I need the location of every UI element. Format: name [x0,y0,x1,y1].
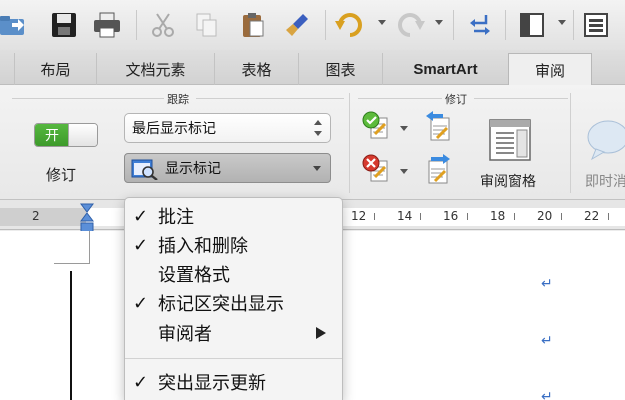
display-select-value: 最后显示标记 [132,121,216,137]
toolbar-divider [453,10,454,40]
menu-item-label: 批注 [158,207,194,228]
menu-item-label: 标记区突出显示 [158,294,284,315]
menu-item-reviewers[interactable]: 审阅者 [125,318,342,348]
menu-item-label: 设置格式 [158,265,230,286]
menu-item-formatting[interactable]: 设置格式 [125,259,342,289]
copy-icon[interactable] [190,8,224,42]
page-crop-mark [89,231,90,264]
quick-access-toolbar [0,0,625,50]
group-divider-line [474,98,568,99]
printer-icon[interactable] [90,8,124,42]
reviewing-pane-label[interactable]: 审阅窗格 [480,171,536,191]
ruler-tick-label: 14 [397,209,413,223]
clipboard-paste-icon[interactable] [236,8,270,42]
gallery-icon[interactable] [579,8,613,42]
ruler-tick [467,213,468,220]
checkmark-icon: ✓ [133,205,149,227]
ruler-tick-label: 16 [443,209,459,223]
toolbar-divider [325,10,326,40]
ruler-tick [608,213,609,220]
show-markup-menu: ✓ 批注 ✓ 插入和删除 设置格式 ✓ 标记区突出显示 审阅者 ✓ 突出显示更新 [124,197,343,400]
menu-item-label: 审阅者 [158,324,212,345]
tab-tables[interactable]: 表格 [214,53,298,85]
sidebar-dropdown-icon[interactable] [558,20,566,25]
paragraph-mark-icon: ↵ [541,276,553,292]
ribbon-tab-bar: 布局 文档元素 表格 图表 SmartArt 审阅 [0,50,625,86]
group-separator [349,93,350,193]
previous-change-icon[interactable] [423,110,455,146]
reject-change-icon[interactable] [361,153,393,189]
track-changes-toggle[interactable]: 开 [34,123,98,147]
submenu-arrow-icon [316,327,326,339]
checkmark-icon: ✓ [133,292,149,314]
menu-item-highlight-updates[interactable]: ✓ 突出显示更新 [125,367,342,397]
redo-icon[interactable] [393,8,427,42]
ruler-margin-area [0,208,86,226]
arrows-icon[interactable] [463,8,497,42]
menu-item-markup-area-highlight[interactable]: ✓ 标记区突出显示 [125,288,342,318]
ruler-tick [514,213,515,220]
tracking-group-label: 跟踪 [167,93,189,106]
accept-dropdown-icon[interactable] [400,126,408,131]
menu-item-insertions-deletions[interactable]: ✓ 插入和删除 [125,230,342,260]
paintbrush-icon[interactable] [280,8,314,42]
ruler-tick-label: 20 [537,209,553,223]
next-change-icon[interactable] [423,153,455,189]
checkmark-icon: ✓ [133,234,149,256]
group-divider-line [196,98,344,99]
ruler-tick [420,213,421,220]
show-markup-button[interactable]: 显示标记 [124,153,331,183]
sidebar-icon[interactable] [515,8,549,42]
show-markup-label: 显示标记 [165,161,221,177]
redo-dropdown-icon[interactable] [435,20,443,25]
revisions-group-label: 修订 [445,93,467,106]
ruler-tick [561,213,562,220]
review-ribbon: 跟踪 修订 开 修订 最后显示标记 显示标记 审阅窗格 即时消 [0,85,625,200]
page-crop-mark [54,263,90,264]
checkmark-icon: ✓ [133,371,149,393]
undo-icon[interactable] [333,8,367,42]
group-divider-line [358,98,442,99]
toggle-knob [68,124,97,146]
group-divider-line [12,98,164,99]
toolbar-divider [573,10,574,40]
floppy-save-icon[interactable] [47,8,81,42]
paragraph-mark-icon: ↵ [541,389,553,400]
instant-comment-label[interactable]: 即时消 [585,171,625,191]
menu-item-label: 突出显示更新 [158,373,266,394]
tab-review[interactable]: 审阅 [508,53,592,86]
paragraph-mark-icon: ↵ [541,333,553,349]
chevron-down-icon [313,166,321,171]
reviewing-pane-icon[interactable] [488,118,532,166]
open-folder-icon[interactable] [0,8,30,42]
magnifier-document-icon [131,158,159,184]
display-for-review-select[interactable]: 最后显示标记 [124,113,331,143]
text-cursor [70,271,72,400]
toolbar-divider [136,10,137,40]
menu-item-comments[interactable]: ✓ 批注 [125,201,342,231]
toolbar-divider [505,10,506,40]
ruler-tick-label: 12 [351,209,367,223]
scissors-cut-icon[interactable] [146,8,180,42]
accept-change-icon[interactable] [361,110,393,146]
toggle-on-label: 开 [35,124,69,146]
undo-dropdown-icon[interactable] [378,20,386,25]
tab-document-elements[interactable]: 文档元素 [96,53,214,85]
ruler-tick [374,213,375,220]
reject-dropdown-icon[interactable] [400,169,408,174]
select-updown-icon [314,120,322,136]
group-separator [570,93,571,193]
tab-layout[interactable]: 布局 [14,53,96,85]
menu-divider [125,358,342,359]
tab-smartart[interactable]: SmartArt [382,53,508,85]
ruler-tick-label: 18 [490,209,506,223]
tab-charts[interactable]: 图表 [298,53,382,85]
track-changes-label: 修订 [46,166,77,184]
speech-bubble-icon[interactable] [586,117,625,165]
ruler-tick-label: 22 [584,209,600,223]
ruler-tick-label: 2 [32,209,40,223]
menu-item-label: 插入和删除 [158,236,248,257]
